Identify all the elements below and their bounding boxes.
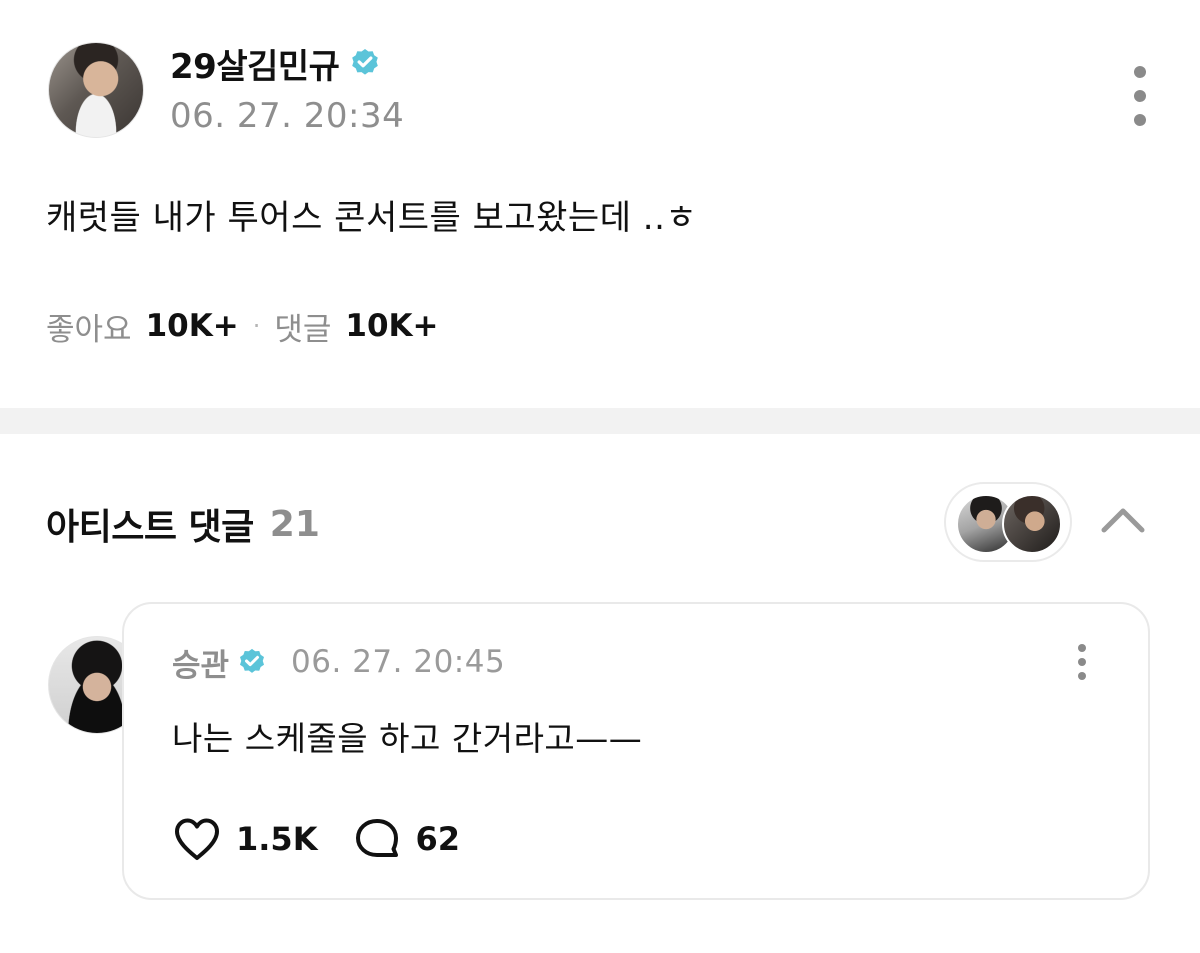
author-avatar[interactable]: [48, 42, 144, 138]
section-divider: [0, 408, 1200, 434]
artist-avatars-group[interactable]: [944, 482, 1072, 562]
comments-count[interactable]: 10K+: [345, 308, 438, 344]
like-button[interactable]: 1.5K: [172, 816, 317, 862]
likes-count[interactable]: 10K+: [146, 308, 239, 344]
comment-timestamp: 06. 27. 20:45: [291, 644, 506, 680]
artist-avatar: [1002, 494, 1062, 554]
verified-badge-icon: [240, 648, 265, 673]
likes-label: 좋아요: [46, 311, 132, 348]
comment-actions: 1.5K 62: [172, 814, 460, 864]
reply-count: 62: [415, 820, 461, 858]
more-options-icon[interactable]: [1126, 66, 1154, 126]
chevron-up-icon[interactable]: [1098, 500, 1148, 540]
commenter-name[interactable]: 승관: [172, 640, 229, 685]
stats-separator: ·: [252, 312, 261, 340]
comment-more-options-icon[interactable]: [1072, 644, 1092, 680]
post-header: 29살김민규 06. 27. 20:34: [46, 40, 1156, 140]
artist-comments-header: 아티스트 댓글 21: [46, 498, 320, 550]
comment-meta: 승관 06. 27. 20:45: [172, 640, 505, 684]
heart-icon: [175, 818, 219, 860]
artist-comments-title: 아티스트 댓글: [46, 507, 254, 548]
verified-badge-icon: [352, 49, 379, 75]
reply-button[interactable]: 62: [353, 816, 460, 862]
artist-comments-count: 21: [269, 503, 320, 545]
speech-bubble-icon: [356, 819, 399, 857]
author-name-row: 29살김민규: [170, 39, 381, 88]
like-count: 1.5K: [236, 820, 318, 858]
post-timestamp: 06. 27. 20:34: [170, 96, 405, 136]
post-text: 캐럿들 내가 투어스 콘서트를 보고왔는데 ..ㅎ: [46, 198, 698, 238]
comments-label: 댓글: [274, 311, 332, 348]
comment-card: 승관 06. 27. 20:45 나는 스케줄을 하고 간거라고—— 1.5K …: [122, 602, 1150, 900]
comment-text: 나는 스케줄을 하고 간거라고——: [172, 719, 643, 758]
author-name[interactable]: 29살김민규: [170, 39, 340, 88]
post-stats: 좋아요 10K+ · 댓글 10K+: [46, 304, 439, 348]
